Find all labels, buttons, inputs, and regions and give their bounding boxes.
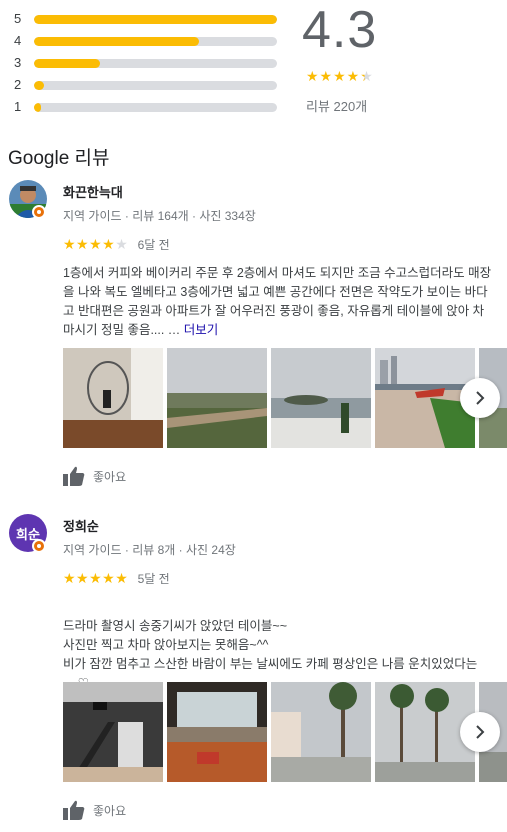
review-meta: 지역 가이드 · 리뷰 164개 · 사진 334장 bbox=[63, 209, 256, 223]
histogram-label: 2 bbox=[14, 77, 22, 92]
histogram-row-5: 5 bbox=[14, 10, 284, 32]
histogram-label: 4 bbox=[14, 33, 22, 48]
histogram-row-3: 3 bbox=[14, 54, 284, 76]
histogram-row-4: 4 bbox=[14, 32, 284, 54]
histogram-row-1: 1 bbox=[14, 98, 284, 120]
review-body: 드라마 촬영시 송중기씨가 앉았던 테이블~~ 사진만 찍고 차마 앉아보지는 … bbox=[63, 619, 478, 690]
review-time: 6달 전 bbox=[137, 238, 170, 252]
stars-empty: ★ bbox=[115, 236, 129, 252]
review-photo[interactable] bbox=[63, 682, 163, 782]
photo-outdoor-plaza bbox=[271, 682, 371, 782]
review-photo[interactable] bbox=[167, 348, 267, 448]
section-title: Google 리뷰 bbox=[8, 148, 110, 169]
review-rating: ★★★★★ 5달 전 bbox=[63, 570, 170, 587]
review-rating: ★★★★★ 6달 전 bbox=[63, 236, 170, 253]
histogram-fill bbox=[34, 15, 277, 24]
photo-hanging-chair bbox=[63, 348, 163, 448]
average-score: 4.3 bbox=[302, 1, 378, 59]
average-stars: ★★★★★ bbox=[306, 68, 374, 85]
local-guide-badge-icon bbox=[32, 205, 46, 219]
histogram-label: 3 bbox=[14, 55, 22, 70]
histogram-track bbox=[34, 15, 277, 24]
histogram-track bbox=[34, 103, 277, 112]
like-button[interactable]: 좋아요 bbox=[63, 800, 126, 820]
photo-cafe-table bbox=[167, 682, 267, 782]
average-stars-glyphs: ★★★★★ bbox=[306, 68, 374, 84]
review-stars-icon: ★★★★★ bbox=[63, 236, 128, 252]
review-photo[interactable] bbox=[63, 348, 163, 448]
review-stars-icon: ★★★★★ bbox=[63, 570, 128, 586]
review-photos bbox=[63, 348, 507, 448]
review-time: 5달 전 bbox=[137, 572, 170, 586]
photo-interior-stairs bbox=[63, 682, 163, 782]
histogram-track bbox=[34, 37, 277, 46]
histogram-fill bbox=[34, 59, 100, 68]
review-author[interactable]: 정희순 bbox=[63, 516, 99, 535]
local-guide-badge-icon bbox=[32, 539, 46, 553]
thumbs-up-icon bbox=[63, 466, 85, 486]
like-button[interactable]: 좋아요 bbox=[63, 466, 126, 486]
histogram-fill bbox=[34, 103, 42, 112]
review-photo[interactable] bbox=[167, 682, 267, 782]
chevron-right-icon bbox=[476, 725, 485, 739]
histogram-fill bbox=[34, 81, 44, 90]
photos-next-button[interactable] bbox=[460, 378, 500, 418]
photo-park-view bbox=[167, 348, 267, 448]
histogram-fill bbox=[34, 37, 200, 46]
review-meta: 지역 가이드 · 리뷰 8개 · 사진 24장 bbox=[63, 543, 236, 557]
stars-filled: ★★★★★ bbox=[63, 570, 129, 586]
histogram-label: 5 bbox=[14, 11, 22, 26]
review-photo[interactable] bbox=[271, 348, 371, 448]
thumbs-up-icon bbox=[63, 800, 85, 820]
review-body: 1층에서 커피와 베이커리 주문 후 2층에서 마셔도 되지만 조금 수고스럽더… bbox=[63, 266, 492, 337]
histogram-track bbox=[34, 59, 277, 68]
review-photo[interactable] bbox=[271, 682, 371, 782]
more-link[interactable]: 더보기 bbox=[184, 323, 219, 337]
histogram-track bbox=[34, 81, 277, 90]
photos-next-button[interactable] bbox=[460, 712, 500, 752]
photo-sea-view bbox=[271, 348, 371, 448]
histogram-label: 1 bbox=[14, 99, 22, 114]
review-count-link[interactable]: 리뷰 220개 bbox=[306, 96, 367, 115]
rating-histogram: 5 4 3 2 1 bbox=[14, 10, 284, 120]
review-text: 드라마 촬영시 송중기씨가 앉았던 테이블~~ 사진만 찍고 차마 앉아보지는 … bbox=[63, 598, 495, 693]
like-label: 좋아요 bbox=[93, 803, 127, 818]
histogram-row-2: 2 bbox=[14, 76, 284, 98]
chevron-right-icon bbox=[476, 391, 485, 405]
stars-filled: ★★★★ bbox=[63, 236, 116, 252]
review-author[interactable]: 화끈한늑대 bbox=[63, 182, 123, 201]
review-photos bbox=[63, 682, 507, 782]
review-text: 1층에서 커피와 베이커리 주문 후 2층에서 마셔도 되지만 조금 수고스럽더… bbox=[63, 264, 495, 340]
like-label: 좋아요 bbox=[93, 469, 127, 484]
